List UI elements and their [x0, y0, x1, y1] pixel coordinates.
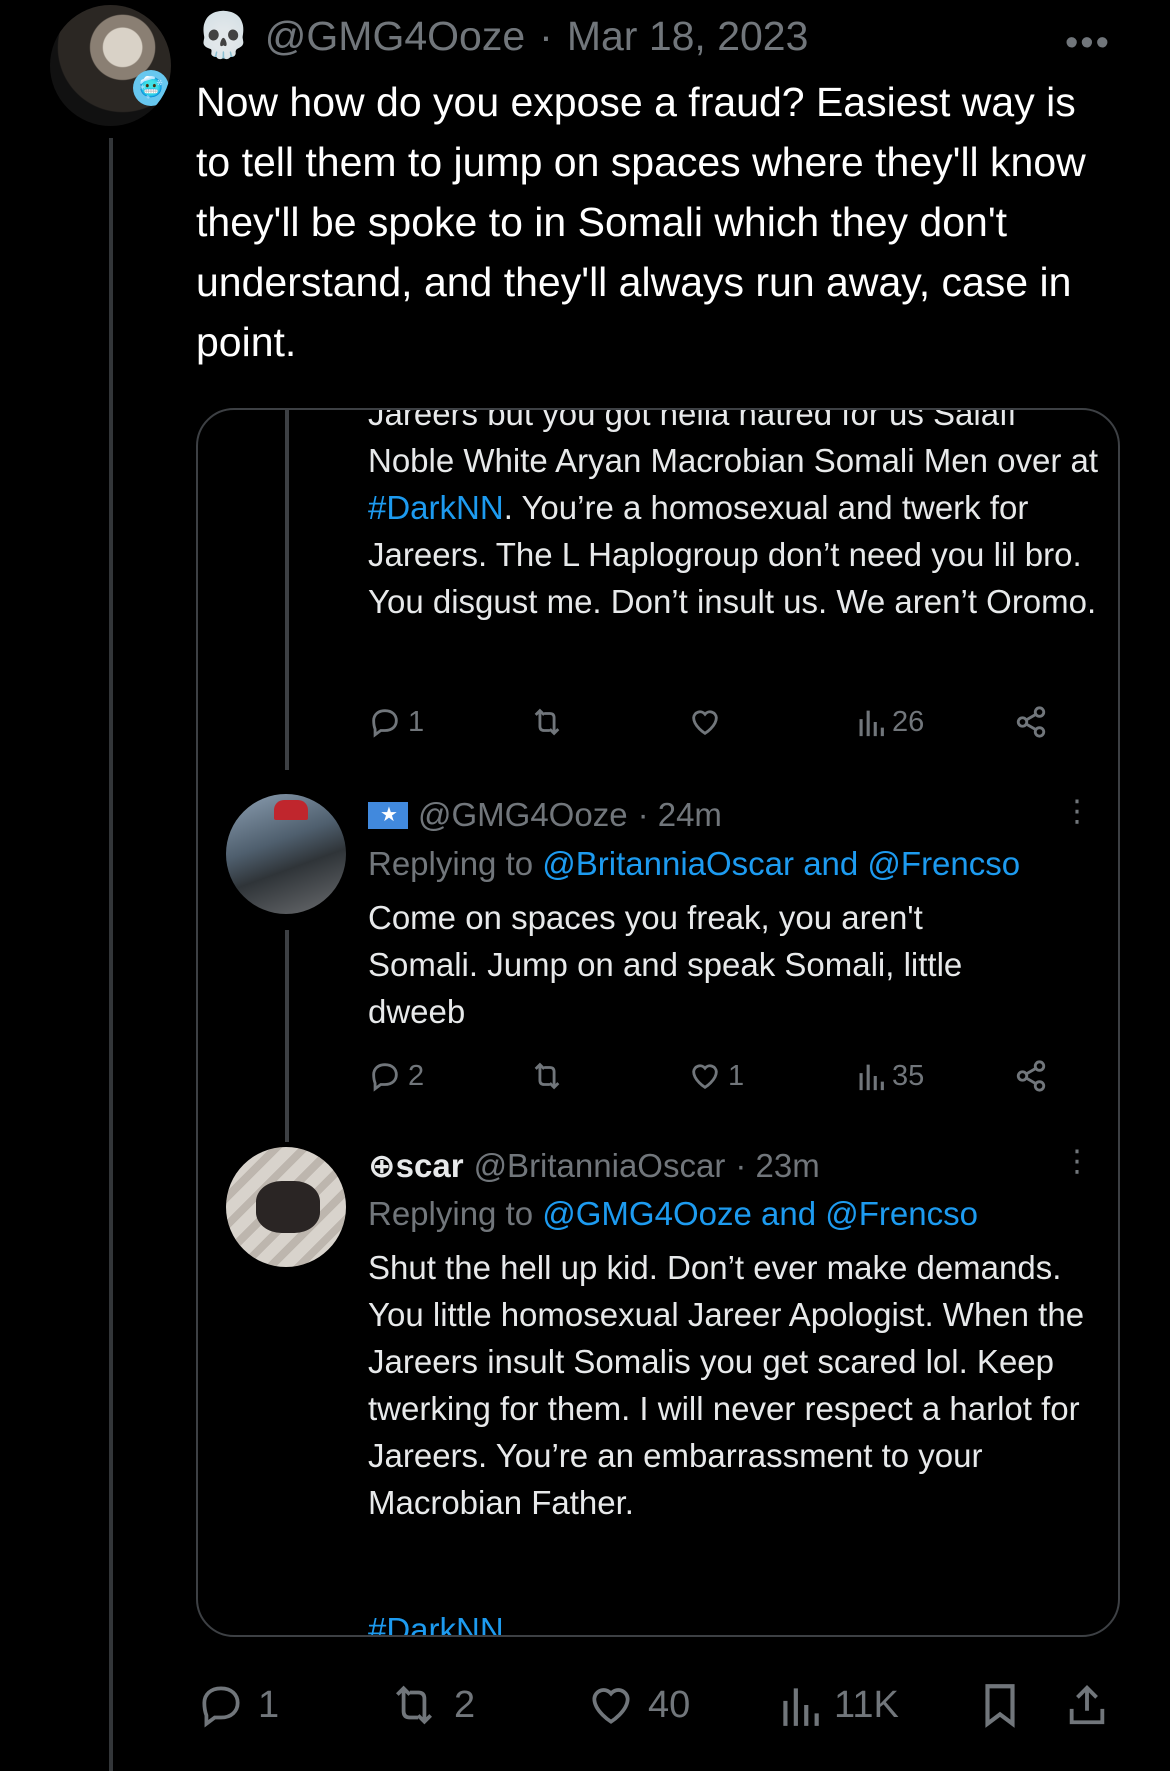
reply2-handle[interactable]: @BritanniaOscar [474, 1147, 726, 1185]
share-upload-icon [1069, 1685, 1105, 1725]
reply-count: 1 [408, 705, 425, 738]
views-count: 26 [892, 705, 925, 738]
reply-icon [372, 709, 398, 738]
tweet-action-bar: 1 2 40 11K [196, 1672, 1116, 1738]
quote-thread-line-mid [285, 930, 289, 1142]
like-button[interactable]: 40 [586, 1672, 690, 1738]
gmg-avatar[interactable] [226, 794, 346, 914]
quoted-first-text: Jareers but you got hella hatred for us … [368, 408, 1098, 620]
kebab-menu-icon[interactable]: ⋮ [1062, 1144, 1092, 1179]
reply2-replying-to: Replying to @GMG4Ooze and @Frencso [368, 1195, 978, 1232]
share-action[interactable] [1014, 1059, 1048, 1093]
reply2-name[interactable]: ⊕scar [368, 1146, 464, 1185]
author-avatar[interactable]: 🥶 [50, 5, 171, 126]
hashtag-link[interactable]: #DarkNN [368, 489, 504, 526]
views-icon [783, 1688, 819, 1726]
retweet-count: 2 [454, 1683, 476, 1726]
skull-emoji-name[interactable]: 💀 [196, 14, 251, 58]
bookmark-button[interactable] [978, 1672, 1022, 1738]
reply-action[interactable]: 1 [368, 705, 424, 739]
share-button[interactable] [1064, 1672, 1110, 1738]
share-icon [1016, 706, 1046, 738]
reply2-header: ⊕scar @BritanniaOscar · 23m [368, 1146, 820, 1185]
mention-link[interactable]: @BritanniaOscar and @Frencso [542, 845, 1020, 882]
thread-line [109, 138, 113, 1771]
retweet-button[interactable]: 2 [386, 1672, 475, 1738]
kebab-menu-icon[interactable]: ⋮ [1062, 794, 1092, 829]
share-action[interactable] [1014, 705, 1048, 739]
heart-icon [692, 710, 718, 736]
oscar-avatar[interactable] [226, 1147, 346, 1267]
reply-count: 1 [258, 1683, 280, 1726]
somalia-flag-icon [368, 801, 408, 829]
mention-link[interactable]: @GMG4Ooze and @Frencso [542, 1195, 978, 1232]
author-handle[interactable]: @GMG4Ooze [265, 13, 525, 60]
bookmark-icon [985, 1684, 1015, 1728]
reply-icon [202, 1686, 240, 1728]
share-icon [1016, 1060, 1046, 1092]
reply1-header: @GMG4Ooze · 24m [368, 796, 722, 834]
views-icon [859, 710, 884, 737]
like-action[interactable]: 1 [688, 1059, 744, 1093]
heart-icon [592, 1688, 630, 1724]
retweet-icon [534, 708, 560, 736]
reply1-actions: 2 1 35 [368, 1056, 1088, 1096]
views-count: 11K [834, 1683, 899, 1726]
cold-face-badge: 🥶 [133, 70, 169, 106]
reply-icon [372, 1063, 398, 1092]
retweet-icon [396, 1685, 432, 1725]
reply-action[interactable]: 2 [368, 1059, 424, 1093]
reply-count: 2 [408, 1059, 425, 1092]
views-button[interactable]: 11K [778, 1672, 899, 1738]
retweet-action[interactable] [528, 705, 566, 739]
tweet-date[interactable]: Mar 18, 2023 [567, 13, 809, 60]
tweet-header: 💀 @GMG4Ooze · Mar 18, 2023 [196, 8, 808, 64]
retweet-icon [534, 1062, 560, 1090]
attached-screenshot[interactable]: Jareers but you got hella hatred for us … [196, 408, 1120, 1637]
views-count: 35 [892, 1059, 925, 1092]
like-count: 40 [648, 1683, 691, 1726]
views-action[interactable]: 26 [856, 705, 924, 739]
views-icon [859, 1064, 884, 1091]
more-options-icon[interactable]: ••• [1065, 22, 1111, 65]
like-action[interactable] [688, 705, 722, 739]
like-count: 1 [728, 1059, 745, 1092]
reply1-text: Come on spaces you freak, you aren't Som… [368, 899, 963, 1030]
tweet-text: Now how do you expose a fraud? Easiest w… [196, 79, 1086, 365]
reply1-replying-to: Replying to @BritanniaOscar and @Frencso [368, 845, 1021, 882]
reply1-handle[interactable]: @GMG4Ooze [418, 796, 628, 834]
quoted-first-actions: 1 26 [368, 702, 1088, 742]
views-action[interactable]: 35 [856, 1059, 924, 1093]
reply2-time: · 23m [735, 1146, 820, 1184]
reply1-time: · 24m [637, 796, 722, 833]
heart-icon [692, 1064, 718, 1090]
quote-thread-line-top [285, 410, 289, 770]
reply-button[interactable]: 1 [196, 1672, 279, 1738]
header-separator: · [539, 12, 553, 59]
reply2-hashtag-cut[interactable]: #DarkNN [368, 1606, 504, 1635]
retweet-action[interactable] [528, 1059, 566, 1093]
reply2-text: Shut the hell up kid. Don’t ever make de… [368, 1249, 1085, 1521]
